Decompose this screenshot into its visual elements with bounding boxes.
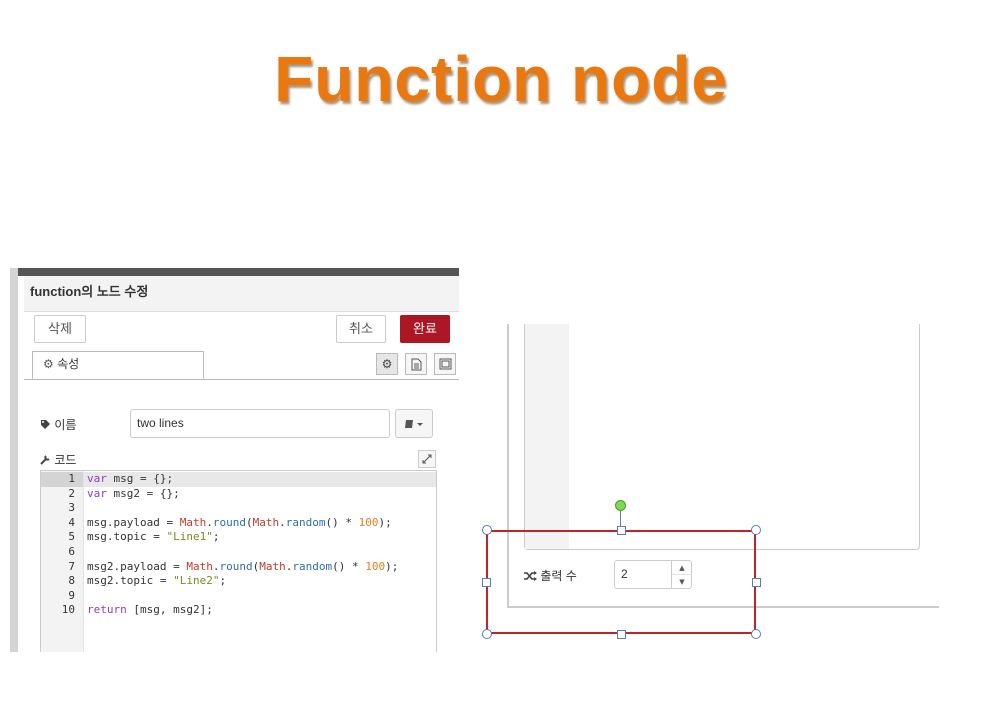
resize-handle-top[interactable]: [617, 526, 626, 535]
slide-title: Function node: [274, 43, 728, 115]
code-line: 9: [68, 588, 75, 602]
done-button[interactable]: 완료: [400, 315, 450, 343]
code-line: 10 return [msg, msg2];: [61, 603, 213, 617]
tab-properties[interactable]: ⚙ 속성: [32, 351, 204, 379]
code-line: 7 msg2.payload = Math.round(Math.random()…: [68, 559, 399, 573]
resize-handle-bottom-left[interactable]: [482, 629, 492, 639]
resize-handle-left[interactable]: [482, 578, 491, 587]
wrench-icon: [40, 455, 50, 465]
delete-button[interactable]: 삭제: [34, 315, 86, 343]
code-label-text: 코드: [54, 453, 77, 467]
gear-icon: ⚙: [381, 357, 393, 371]
code-line: 2 var msg2 = {};: [68, 486, 180, 500]
code-line: 6: [68, 544, 75, 558]
panel-top-bar: [18, 268, 459, 276]
zoom-editor-gutter: [525, 324, 569, 549]
code-lines: 1 var msg = {}; 2 var msg2 = {}; 3 4 msg.pa…: [41, 472, 436, 618]
properties-tab-button[interactable]: ⚙: [376, 353, 398, 375]
expand-icon: [422, 454, 432, 464]
document-icon: [411, 358, 421, 370]
node-edit-panel: function의 노드 수정 삭제 취소 완료 ⚙ 속성 ⚙ 이름 two l…: [10, 268, 459, 652]
name-label: 이름: [40, 416, 76, 433]
appearance-tab-button[interactable]: [434, 353, 456, 375]
code-line: 1 var msg = {};: [68, 472, 174, 485]
library-button[interactable]: [395, 409, 433, 438]
resize-handle-top-left[interactable]: [482, 525, 492, 535]
code-line: 4 msg.payload = Math.round(Math.random() …: [68, 515, 392, 529]
cancel-button[interactable]: 취소: [336, 315, 386, 343]
rotate-handle[interactable]: [615, 500, 626, 511]
tag-icon: [41, 420, 50, 429]
resize-handle-bottom-right[interactable]: [751, 629, 761, 639]
resize-handle-top-right[interactable]: [751, 525, 761, 535]
code-line: 5 msg.topic = "Line1";: [68, 530, 220, 544]
layout-icon: [439, 358, 451, 370]
code-label: 코드: [40, 451, 76, 468]
resize-handle-right[interactable]: [752, 578, 761, 587]
code-line: 8 msg2.topic = "Line2";: [68, 574, 227, 588]
gear-icon: ⚙: [43, 357, 54, 371]
tab-properties-label: 속성: [57, 357, 80, 371]
zoom-editor-area: [524, 324, 920, 550]
selection-highlight-box: [486, 530, 756, 634]
description-tab-button[interactable]: [405, 353, 427, 375]
resize-handle-bottom[interactable]: [617, 630, 626, 639]
panel-header-title: function의 노드 수정: [24, 276, 459, 312]
expand-editor-button[interactable]: [418, 450, 436, 468]
name-label-text: 이름: [54, 418, 77, 432]
tab-bar: ⚙ 속성 ⚙: [24, 351, 459, 380]
code-line: 3: [68, 501, 75, 515]
book-icon: [405, 419, 423, 428]
code-editor[interactable]: 1 var msg = {}; 2 var msg2 = {}; 3 4 msg.pa…: [40, 470, 437, 652]
name-input[interactable]: two lines: [130, 409, 390, 438]
